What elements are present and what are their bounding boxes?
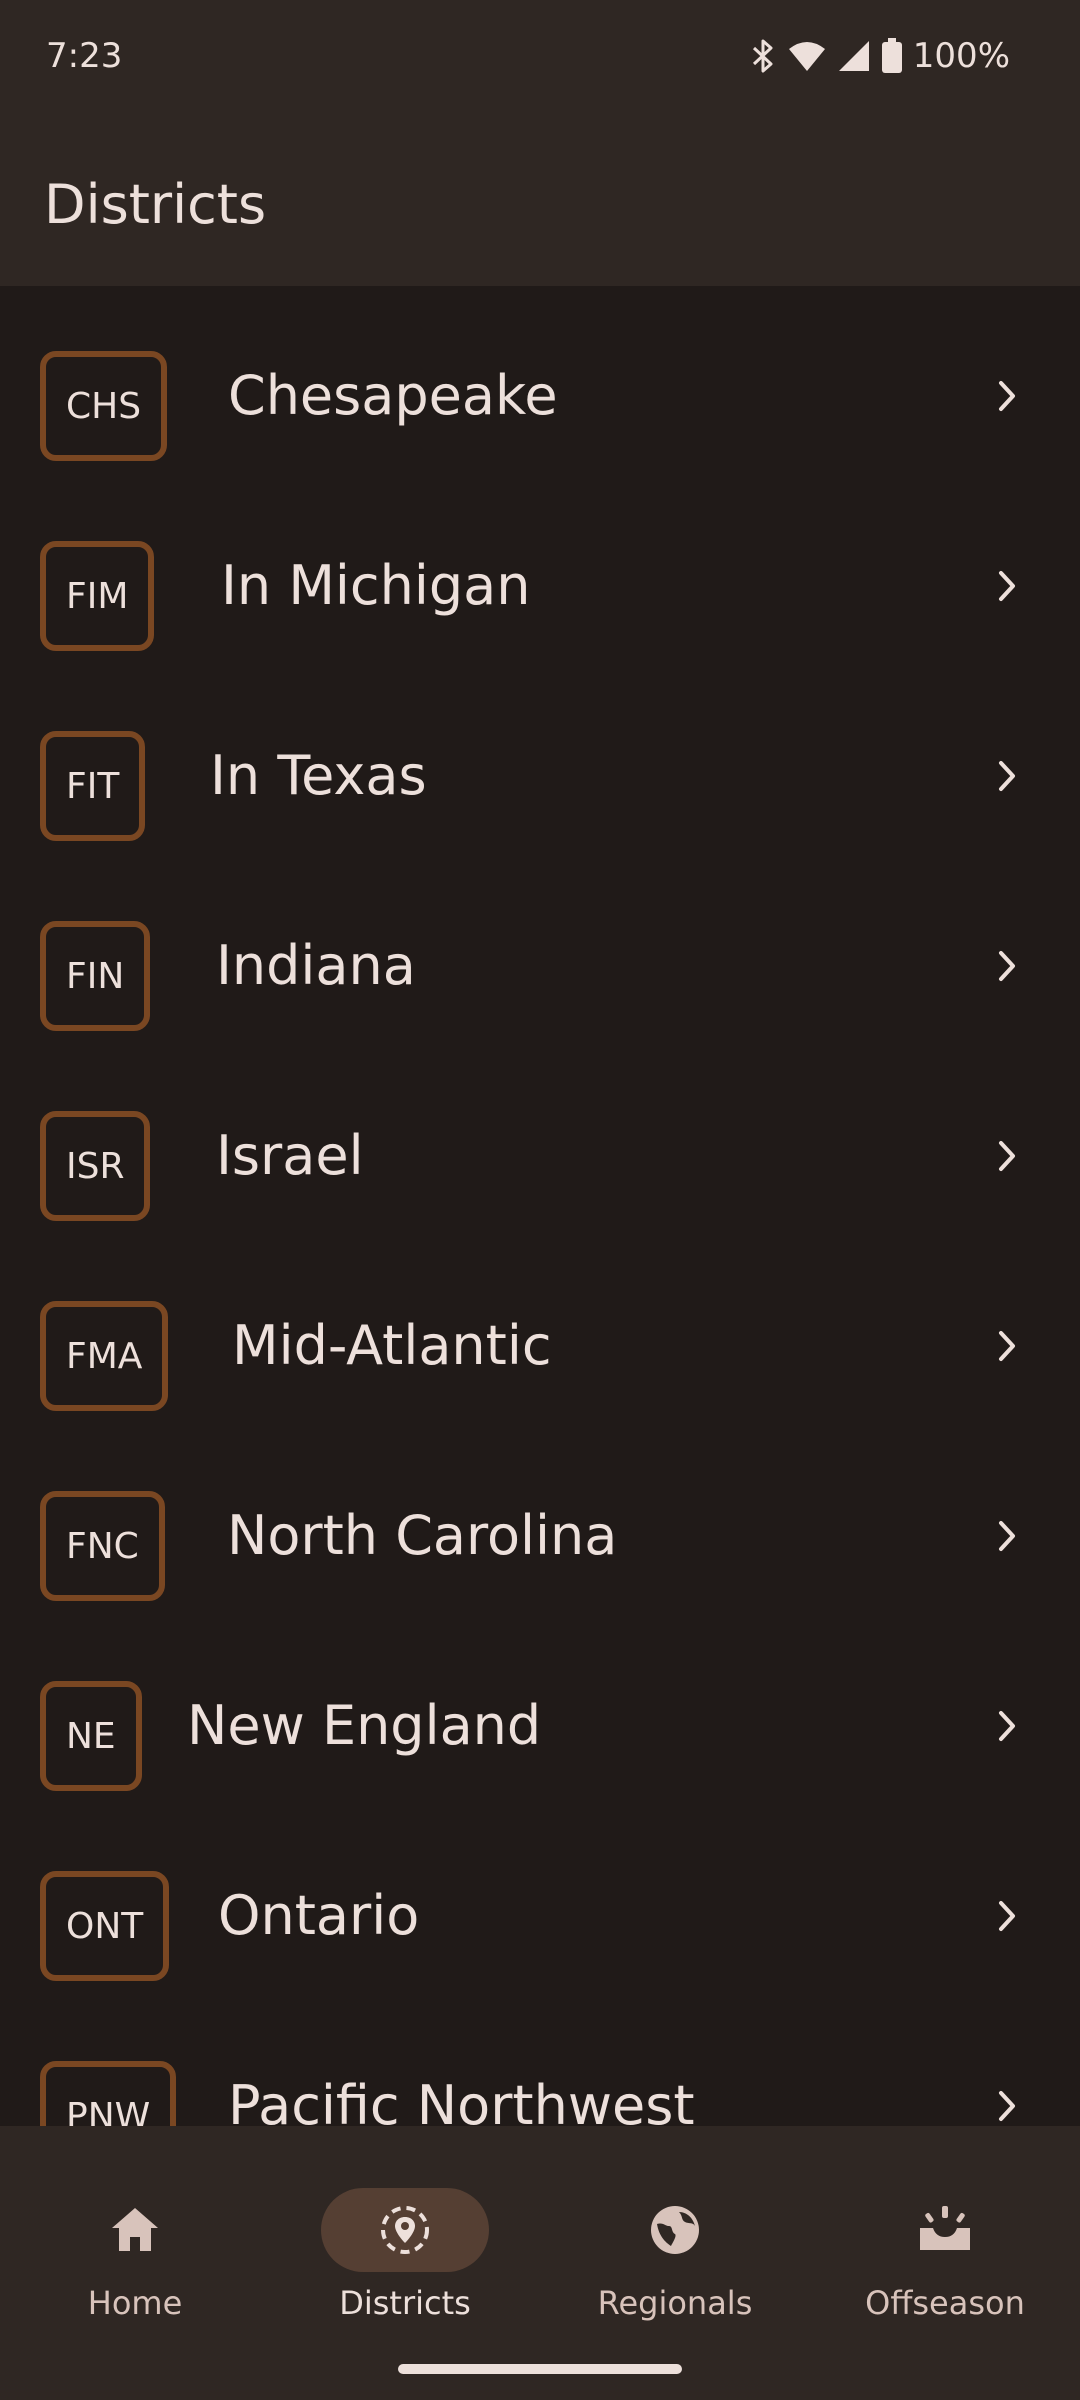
district-name: New England [187, 1694, 542, 1757]
top-app-bar: Districts [0, 118, 1080, 286]
district-code: CHS [66, 385, 142, 427]
district-name: Chesapeake [228, 364, 558, 427]
nav-label-regionals: Regionals [597, 2284, 753, 2322]
chevron-right-icon [996, 1518, 1020, 1558]
page-title: Districts [44, 173, 267, 236]
signal-icon [837, 39, 871, 73]
district-code-badge: FIT [40, 731, 146, 841]
district-name: Israel [216, 1124, 364, 1187]
status-icons: 100% [751, 36, 1010, 76]
district-row-ne[interactable]: NE New England [0, 1616, 1080, 1806]
nav-item-regionals[interactable]: Regionals [540, 2156, 810, 2356]
district-code-badge: FIN [40, 921, 151, 1031]
district-list[interactable]: CHS Chesapeake FIM In Michigan FIT In Te… [0, 286, 1080, 2126]
district-row-fma[interactable]: FMA Mid-Atlantic [0, 1236, 1080, 1426]
district-row-fin[interactable]: FIN Indiana [0, 856, 1080, 1046]
district-code: ONT [66, 1905, 144, 1947]
offseason-icon [917, 2204, 973, 2260]
wifi-icon [787, 39, 827, 73]
nav-label-districts: Districts [339, 2284, 471, 2322]
district-code-badge: ONT [40, 1871, 170, 1981]
globe-icon [649, 2204, 701, 2260]
chevron-right-icon [996, 1328, 1020, 1368]
district-row-pnw[interactable]: PNW Pacific Northwest [0, 1996, 1080, 2126]
district-row-fim[interactable]: FIM In Michigan [0, 476, 1080, 666]
district-code: PNW [66, 2095, 151, 2127]
district-code-badge: FNC [40, 1491, 165, 1601]
nav-label-offseason: Offseason [865, 2284, 1025, 2322]
district-name: In Texas [210, 744, 427, 807]
district-row-isr[interactable]: ISR Israel [0, 1046, 1080, 1236]
district-name: Mid-Atlantic [232, 1314, 552, 1377]
nav-item-offseason[interactable]: Offseason [810, 2156, 1080, 2356]
chevron-right-icon [996, 1708, 1020, 1748]
district-code: FIN [66, 955, 125, 997]
chevron-right-icon [996, 378, 1020, 418]
district-code-badge: CHS [40, 351, 168, 461]
chevron-right-icon [996, 758, 1020, 798]
district-code: FIM [66, 575, 129, 617]
district-row-ont[interactable]: ONT Ontario [0, 1806, 1080, 1996]
chevron-right-icon [996, 948, 1020, 988]
district-code: ISR [66, 1145, 125, 1187]
district-code: NE [66, 1715, 116, 1757]
status-bar: 7:23 100% [0, 0, 1080, 118]
district-code-badge: FIM [40, 541, 155, 651]
district-code-badge: FMA [40, 1301, 169, 1411]
gesture-home-indicator[interactable] [398, 2364, 682, 2374]
chevron-right-icon [996, 568, 1020, 608]
district-name: Pacific Northwest [228, 2074, 695, 2126]
chevron-right-icon [996, 2088, 1020, 2126]
district-name: In Michigan [221, 554, 531, 617]
chevron-right-icon [996, 1138, 1020, 1178]
district-code: FNC [66, 1525, 139, 1567]
district-name: Indiana [216, 934, 416, 997]
battery-icon [881, 38, 903, 74]
district-code-badge: PNW [40, 2061, 177, 2127]
nav-item-home[interactable]: Home [0, 2156, 270, 2356]
battery-percent: 100% [912, 36, 1010, 76]
district-code-badge: ISR [40, 1111, 151, 1221]
status-time: 7:23 [46, 36, 123, 76]
district-code: FIT [66, 765, 120, 807]
districts-icon [379, 2204, 431, 2260]
district-row-fnc[interactable]: FNC North Carolina [0, 1426, 1080, 1616]
bluetooth-icon [751, 38, 777, 74]
district-row-chs[interactable]: CHS Chesapeake [0, 286, 1080, 476]
nav-label-home: Home [87, 2284, 183, 2322]
district-row-fit[interactable]: FIT In Texas [0, 666, 1080, 856]
district-code-badge: NE [40, 1681, 142, 1791]
nav-item-districts[interactable]: Districts [270, 2156, 540, 2356]
bottom-navigation: Home Districts Regionals Offseason [0, 2126, 1080, 2400]
district-name: North Carolina [227, 1504, 618, 1567]
home-icon [109, 2204, 161, 2260]
district-code: FMA [66, 1335, 143, 1377]
chevron-right-icon [996, 1898, 1020, 1938]
district-name: Ontario [218, 1884, 420, 1947]
